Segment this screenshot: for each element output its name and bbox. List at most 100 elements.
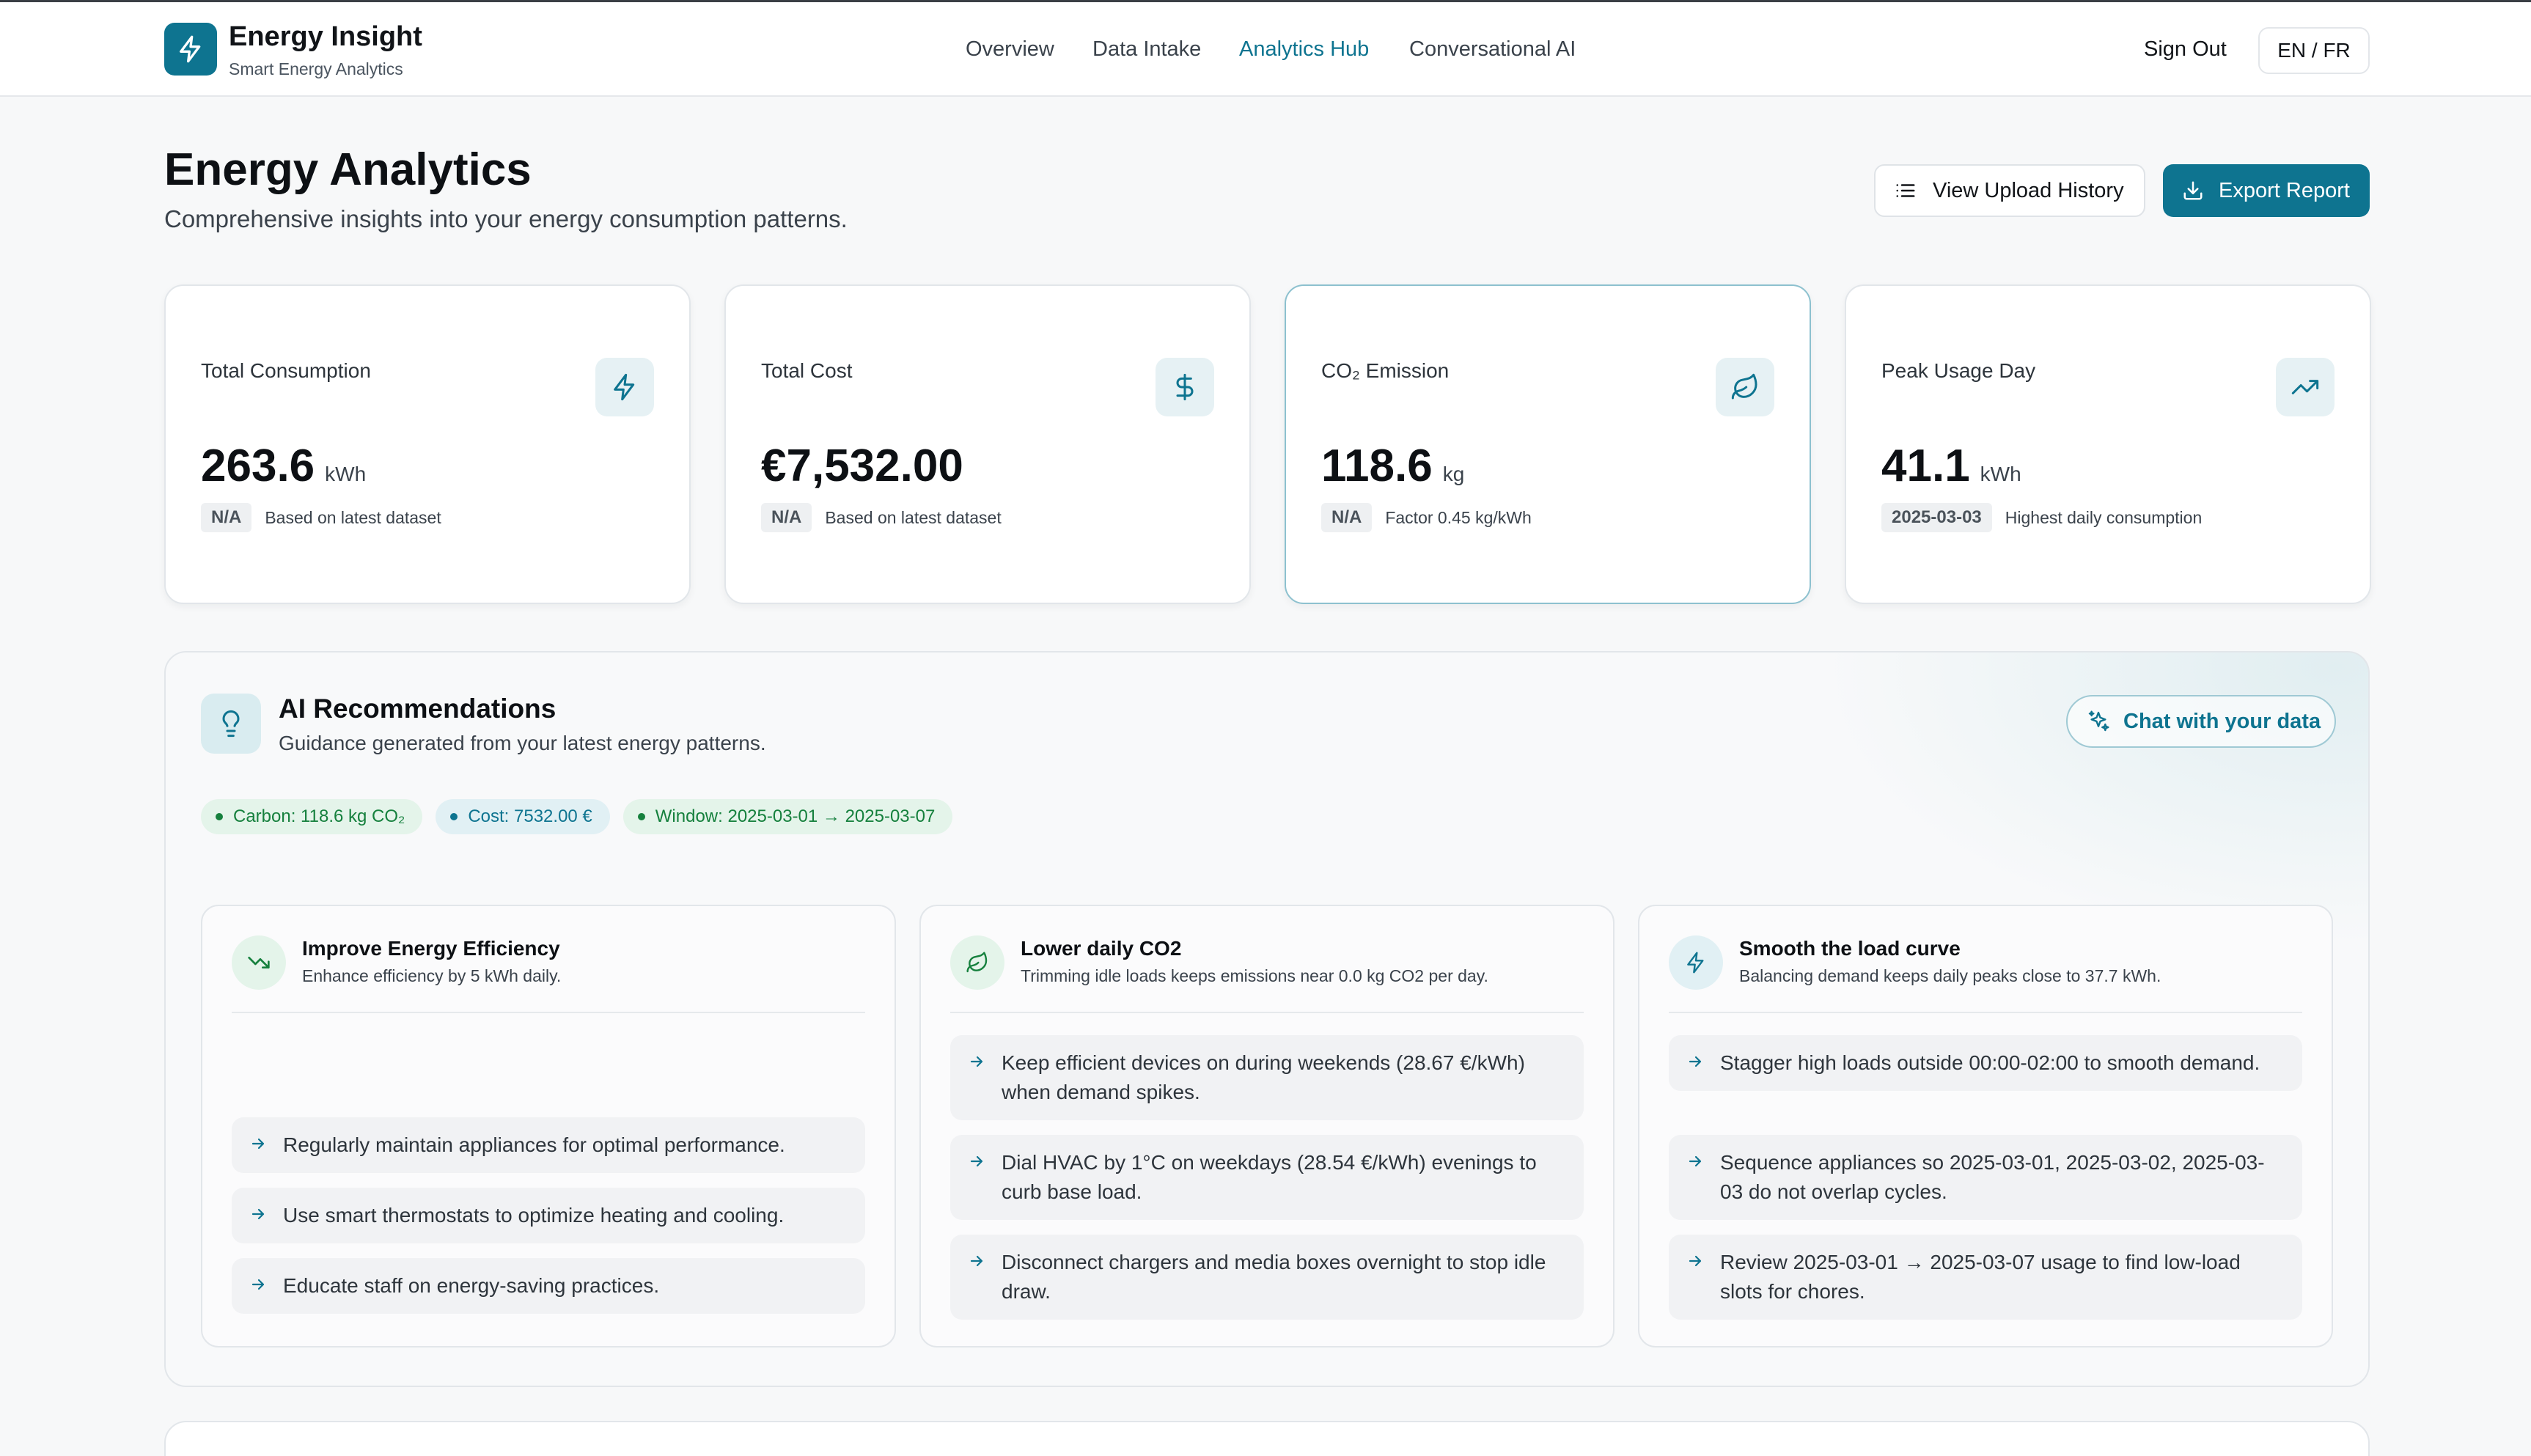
rec-item: Disconnect chargers and media boxes over… <box>950 1235 1584 1320</box>
rec-divider <box>950 1012 1584 1013</box>
page-title: Energy Analytics <box>164 144 532 195</box>
rec-item-text: Educate staff on energy-saving practices… <box>283 1274 660 1297</box>
dollar-icon <box>1176 373 1194 401</box>
stat-unit: kWh <box>325 463 367 485</box>
arrow-right-icon <box>251 1208 265 1220</box>
stat-value: 263.6 kWh <box>201 440 366 492</box>
rec-divider <box>1669 1012 2302 1013</box>
rec-item-text: Stagger high loads outside 00:00-02:00 t… <box>1720 1051 2260 1074</box>
stat-badge: N/A <box>1321 503 1373 532</box>
stat-meta: N/A Factor 0.45 kg/kWh <box>1321 503 1532 532</box>
brand-tagline: Smart Energy Analytics <box>229 59 403 78</box>
rec-icon-circle <box>950 935 1004 990</box>
summary-tags: Carbon: 118.6 kg CO₂ Cost: 7532.00 € Win… <box>201 799 953 834</box>
rec-item: Review 2025-03-01 → 2025-03-07 usage to … <box>1669 1235 2302 1320</box>
arrow-right-icon <box>970 1155 983 1167</box>
brand-name: Energy Insight <box>229 21 422 52</box>
sparkles-icon <box>2088 710 2109 732</box>
export-report-button[interactable]: Export Report <box>2163 164 2370 217</box>
top-navbar: Energy Insight Smart Energy Analytics Ov… <box>0 0 2531 97</box>
rec-item-text: Keep efficient devices on during weekend… <box>1002 1051 1525 1103</box>
tag-dot <box>216 813 223 820</box>
nav-conversational-ai[interactable]: Conversational AI <box>1409 37 1576 62</box>
ai-recommendations-panel: AI Recommendations Guidance generated fr… <box>164 651 2370 1387</box>
rec-subtitle: Enhance efficiency by 5 kWh daily. <box>302 966 562 985</box>
stat-number: 41.1 <box>1881 441 1970 491</box>
stat-label: CO₂ Emission <box>1321 359 1450 382</box>
stat-number: 263.6 <box>201 441 315 491</box>
window-tag: Window: 2025-03-01 → 2025-03-07 <box>622 799 953 834</box>
rec-item: Educate staff on energy-saving practices… <box>232 1258 865 1314</box>
rec-card-smooth-load-curve: Smooth the load curve Balancing demand k… <box>1638 905 2333 1347</box>
rec-icon-circle <box>1669 935 1723 990</box>
arrow-right-icon <box>970 1056 983 1067</box>
cost-tag: Cost: 7532.00 € <box>436 799 610 834</box>
stat-icon-box <box>1156 358 1214 416</box>
stat-number: €7,532.00 <box>761 441 963 491</box>
tag-dot <box>637 813 645 820</box>
bolt-icon <box>1687 952 1704 974</box>
rec-item: Use smart thermostats to optimize heatin… <box>232 1188 865 1243</box>
stat-icon-box <box>1716 358 1774 416</box>
rec-item: Regularly maintain appliances for optima… <box>232 1117 865 1173</box>
rec-item-text: Dial HVAC by 1°C on weekdays (28.54 €/kW… <box>1002 1151 1537 1203</box>
stat-meta: N/A Based on latest dataset <box>201 503 441 532</box>
download-icon <box>2183 181 2203 200</box>
arrow-right-icon <box>1689 1155 1702 1167</box>
rec-item: Dial HVAC by 1°C on weekdays (28.54 €/kW… <box>950 1135 1584 1220</box>
ai-subtitle: Guidance generated from your latest ener… <box>279 732 766 754</box>
carbon-tag: Carbon: 118.6 kg CO₂ <box>201 799 423 834</box>
view-upload-history-label: View Upload History <box>1933 178 2124 202</box>
stat-value: 118.6 kg <box>1321 440 1464 492</box>
rec-item-text: Review 2025-03-01 → 2025-03-07 usage to … <box>1720 1251 2241 1303</box>
stat-note: Highest daily consumption <box>2005 507 2203 527</box>
arrow-right-icon <box>1689 1056 1702 1067</box>
nav-analytics-hub[interactable]: Analytics Hub <box>1239 37 1369 62</box>
nav-overview[interactable]: Overview <box>966 37 1054 62</box>
tag-text: Carbon: 118.6 kg CO₂ <box>233 806 405 826</box>
list-icon <box>1896 184 1915 197</box>
rec-subtitle: Balancing demand keeps daily peaks close… <box>1739 966 2161 985</box>
stat-icon-box <box>595 358 654 416</box>
rec-title: Improve Energy Efficiency <box>302 937 560 960</box>
rec-item-text: Regularly maintain appliances for optima… <box>283 1133 785 1156</box>
tag-dot <box>450 813 458 820</box>
ai-title: AI Recommendations <box>279 694 556 724</box>
tag-text: Cost: 7532.00 € <box>468 806 592 826</box>
stat-note: Based on latest dataset <box>825 507 1002 527</box>
stat-icon-box <box>2276 358 2335 416</box>
rec-divider <box>232 1012 865 1013</box>
tag-text: Window: 2025-03-01 → 2025-03-07 <box>655 806 936 826</box>
language-toggle[interactable]: EN / FR <box>2258 27 2370 74</box>
chat-with-data-label: Chat with your data <box>2123 709 2321 733</box>
rec-card-energy-efficiency: Improve Energy Efficiency Enhance effici… <box>201 905 896 1347</box>
stat-badge: N/A <box>201 503 252 532</box>
leaf-icon <box>1731 373 1757 400</box>
arrow-right-icon <box>251 1138 265 1150</box>
logo[interactable] <box>164 23 217 76</box>
page-subtitle: Comprehensive insights into your energy … <box>164 205 848 232</box>
view-upload-history-button[interactable]: View Upload History <box>1874 164 2145 217</box>
bolt-icon <box>180 35 201 63</box>
stat-badge: N/A <box>761 503 812 532</box>
stat-note: Factor 0.45 kg/kWh <box>1385 507 1532 527</box>
stat-label: Total Consumption <box>201 359 371 382</box>
stat-card-peak-usage-day: Peak Usage Day 41.1 kWh 2025-03-03 Highes… <box>1845 284 2371 604</box>
trending-down-icon <box>248 957 270 968</box>
stat-label: Peak Usage Day <box>1881 359 2036 382</box>
sign-out-link[interactable]: Sign Out <box>2144 37 2227 62</box>
rec-item: Keep efficient devices on during weekend… <box>950 1035 1584 1120</box>
stat-card-co2-emission: CO₂ Emission 118.6 kg N/A Factor 0.45 kg/… <box>1285 284 1811 604</box>
trending-up-icon <box>2291 380 2319 394</box>
stat-value: €7,532.00 <box>761 440 974 492</box>
arrow-right-icon <box>970 1255 983 1267</box>
stat-unit: kWh <box>1980 463 2021 485</box>
chat-with-data-button[interactable]: Chat with your data <box>2066 695 2336 748</box>
stat-meta: 2025-03-03 Highest daily consumption <box>1881 503 2202 532</box>
next-section-card <box>164 1421 2370 1456</box>
export-report-label: Export Report <box>2219 178 2350 202</box>
rec-title: Lower daily CO2 <box>1021 937 1182 960</box>
nav-data-intake[interactable]: Data Intake <box>1092 37 1201 62</box>
rec-card-lower-co2: Lower daily CO2 Trimming idle loads keep… <box>919 905 1615 1347</box>
stat-number: 118.6 <box>1321 441 1433 491</box>
